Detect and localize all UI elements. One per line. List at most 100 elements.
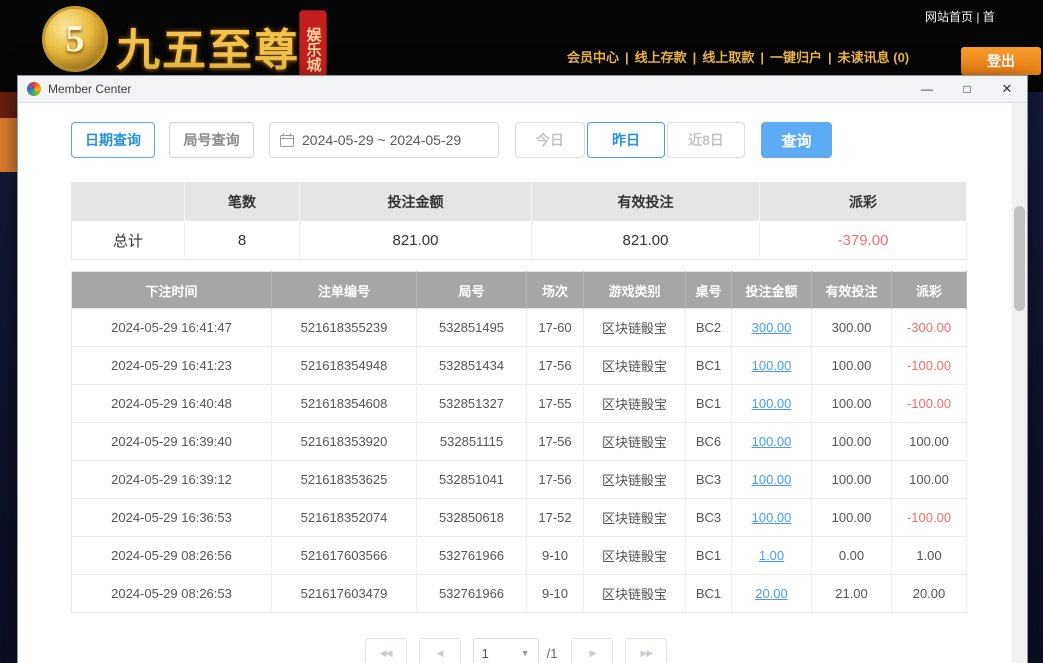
cell-3: 17-56: [527, 347, 584, 385]
cell-2: 532851327: [417, 385, 527, 423]
cell-6[interactable]: 20.00: [732, 575, 812, 613]
site-logo: 九五至尊: [116, 14, 300, 78]
cell-8: -100.00: [892, 499, 967, 537]
cell-5: BC1: [686, 575, 732, 613]
table-row: 2024-05-29 08:26:53521617603479532761966…: [72, 575, 967, 613]
records-header-row: 下注时间注单编号局号场次游戏类别桌号投注金额有效投注派彩: [72, 272, 967, 309]
cell-3: 17-52: [527, 499, 584, 537]
cell-1: 521618352074: [272, 499, 417, 537]
cell-7: 0.00: [812, 537, 892, 575]
cell-8: 20.00: [892, 575, 967, 613]
summary-header-row: 笔数投注金额有效投注派彩: [72, 183, 967, 221]
last8days-button[interactable]: 近8日: [667, 122, 745, 158]
cell-6[interactable]: 100.00: [732, 423, 812, 461]
cell-6[interactable]: 300.00: [732, 309, 812, 347]
records-col-header: 投注金额: [732, 272, 812, 309]
cell-7: 100.00: [812, 385, 892, 423]
cell-0: 2024-05-29 16:41:23: [72, 347, 272, 385]
summary-col-header: [72, 183, 185, 221]
cell-8: -100.00: [892, 385, 967, 423]
nav-link[interactable]: 线上取款: [702, 50, 754, 65]
today-button[interactable]: 今日: [515, 122, 585, 158]
search-button[interactable]: 查询: [761, 122, 832, 158]
cell-5: BC6: [686, 423, 732, 461]
cell-5: BC2: [686, 309, 732, 347]
summary-count: 8: [185, 221, 300, 260]
tab-date-query[interactable]: 日期查询: [71, 122, 155, 158]
cell-3: 17-55: [527, 385, 584, 423]
cell-0: 2024-05-29 16:40:48: [72, 385, 272, 423]
close-button[interactable]: ✕: [987, 76, 1027, 102]
next-page-button[interactable]: ▶: [571, 638, 613, 663]
page-select[interactable]: 1 ▼: [473, 638, 539, 663]
maximize-button[interactable]: □: [947, 76, 987, 102]
cell-8: 100.00: [892, 461, 967, 499]
prev-page-button[interactable]: ◀: [419, 638, 461, 663]
cell-0: 2024-05-29 16:41:47: [72, 309, 272, 347]
date-range-input[interactable]: 2024-05-29 ~ 2024-05-29: [269, 122, 499, 158]
table-row: 2024-05-29 08:26:56521617603566532761966…: [72, 537, 967, 575]
logout-button[interactable]: 登出: [961, 47, 1041, 75]
summary-col-header: 笔数: [185, 183, 300, 221]
cell-0: 2024-05-29 16:39:40: [72, 423, 272, 461]
window-titlebar[interactable]: Member Center — □ ✕: [18, 76, 1027, 103]
summary-col-header: 有效投注: [532, 183, 760, 221]
summary-label: 总计: [72, 221, 185, 260]
nav-links: 会员中心|线上存款|线上取款|一键归户|未读讯息 (0): [563, 47, 913, 66]
summary-total-row: 总计 8 821.00 821.00 -379.00: [72, 221, 967, 260]
cell-0: 2024-05-29 08:26:53: [72, 575, 272, 613]
vertical-scrollbar[interactable]: [1012, 103, 1027, 663]
scrollbar-thumb[interactable]: [1014, 206, 1025, 311]
cell-6[interactable]: 100.00: [732, 499, 812, 537]
nav-link[interactable]: 未读讯息 (0): [838, 50, 910, 65]
cell-6[interactable]: 100.00: [732, 461, 812, 499]
cell-3: 17-60: [527, 309, 584, 347]
minimize-button[interactable]: —: [907, 76, 947, 102]
background-banner-strip: [0, 92, 17, 118]
cell-3: 17-56: [527, 461, 584, 499]
nav-separator: |: [760, 50, 764, 65]
cell-4: 区块链骰宝: [584, 499, 686, 537]
table-row: 2024-05-29 16:40:48521618354608532851327…: [72, 385, 967, 423]
cell-1: 521618354608: [272, 385, 417, 423]
table-row: 2024-05-29 16:41:23521618354948532851434…: [72, 347, 967, 385]
yesterday-button[interactable]: 昨日: [587, 122, 665, 158]
nav-separator: |: [693, 50, 697, 65]
table-row: 2024-05-29 16:39:40521618353920532851115…: [72, 423, 967, 461]
cell-2: 532851041: [417, 461, 527, 499]
pagination: ◀◀ ◀ 1 ▼ /1 ▶ ▶▶: [18, 638, 1014, 663]
calendar-icon: [280, 133, 294, 147]
cell-7: 100.00: [812, 347, 892, 385]
cell-5: BC1: [686, 537, 732, 575]
table-row: 2024-05-29 16:41:47521618355239532851495…: [72, 309, 967, 347]
table-row: 2024-05-29 16:39:12521618353625532851041…: [72, 461, 967, 499]
nav-link[interactable]: 一键归户: [770, 50, 822, 65]
app-icon: [27, 82, 41, 96]
records-col-header: 局号: [417, 272, 527, 309]
nav-link[interactable]: 线上存款: [635, 50, 687, 65]
cell-4: 区块链骰宝: [584, 461, 686, 499]
tab-round-query[interactable]: 局号查询: [169, 122, 254, 158]
cell-0: 2024-05-29 16:36:53: [72, 499, 272, 537]
nav-link[interactable]: 会员中心: [567, 50, 619, 65]
first-page-button[interactable]: ◀◀: [365, 638, 407, 663]
chevron-down-icon: ▼: [521, 648, 530, 658]
cell-2: 532851495: [417, 309, 527, 347]
query-toolbar: 日期查询 局号查询 2024-05-29 ~ 2024-05-29 今日 昨日 …: [71, 122, 832, 158]
last-page-button[interactable]: ▶▶: [625, 638, 667, 663]
cell-6[interactable]: 100.00: [732, 347, 812, 385]
records-table: 下注时间注单编号局号场次游戏类别桌号投注金额有效投注派彩 2024-05-29 …: [71, 271, 967, 613]
records-body: 2024-05-29 16:41:47521618355239532851495…: [72, 309, 967, 613]
cell-6[interactable]: 100.00: [732, 385, 812, 423]
page-select-value: 1: [482, 646, 489, 661]
cell-2: 532761966: [417, 575, 527, 613]
cell-2: 532851115: [417, 423, 527, 461]
cell-7: 300.00: [812, 309, 892, 347]
logo-coin-icon: 5: [42, 6, 108, 72]
top-right-links[interactable]: 网站首页 | 首: [923, 8, 1043, 25]
cell-1: 521618354948: [272, 347, 417, 385]
cell-6[interactable]: 1.00: [732, 537, 812, 575]
summary-valid-bet: 821.00: [532, 221, 760, 260]
records-col-header: 派彩: [892, 272, 967, 309]
cell-0: 2024-05-29 16:39:12: [72, 461, 272, 499]
